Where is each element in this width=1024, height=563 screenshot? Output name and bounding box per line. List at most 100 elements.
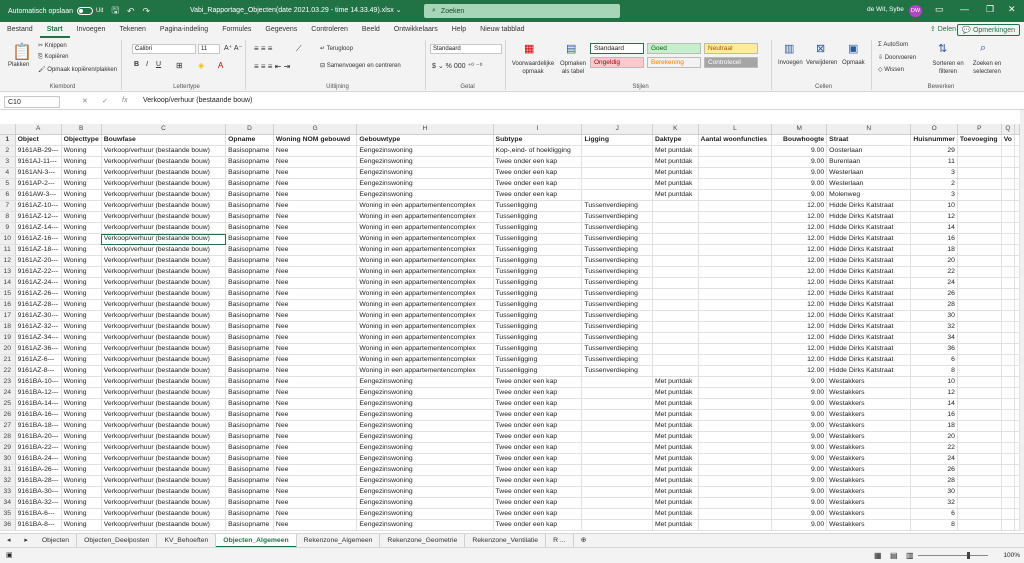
cell[interactable]: Tussenligging [493, 244, 583, 257]
cell[interactable] [957, 464, 1002, 477]
column-header[interactable]: A [15, 124, 62, 136]
column-header[interactable]: C [101, 124, 227, 136]
cell[interactable] [698, 354, 773, 367]
cell[interactable]: Nee [273, 299, 358, 312]
search-input[interactable]: ⌕ Zoeken [424, 4, 620, 18]
cell[interactable]: Eengezinswoning [356, 431, 494, 444]
sort-filter-icon[interactable]: ⇅ [938, 42, 947, 55]
cell[interactable]: Verkoop/verhuur (bestaande bouw) [101, 332, 227, 345]
cell[interactable] [957, 497, 1002, 510]
cell[interactable] [1001, 464, 1016, 477]
row-header[interactable]: 34 [0, 497, 16, 510]
cell[interactable]: Verkoop/verhuur (bestaande bouw) [101, 497, 227, 510]
cell[interactable] [1001, 332, 1016, 345]
cell[interactable]: Verkoop/verhuur (bestaande bouw) [101, 519, 227, 531]
cell[interactable]: Twee onder een kap [493, 420, 583, 433]
cell[interactable] [698, 376, 773, 389]
cell[interactable] [581, 189, 653, 202]
cell[interactable]: Hidde Dirks Katstraat [826, 299, 912, 312]
cell[interactable]: Basisopname [225, 354, 274, 367]
cell[interactable] [698, 244, 773, 257]
cell[interactable] [698, 486, 773, 499]
cell[interactable]: 12.00 [771, 354, 828, 367]
cell[interactable]: Nee [273, 277, 358, 290]
cell[interactable]: Nee [273, 255, 358, 268]
cell[interactable] [1014, 310, 1020, 323]
cell[interactable]: Woning [61, 167, 102, 180]
sheet-tab[interactable]: Rekenzone_Algemeen [297, 533, 381, 548]
cell[interactable]: 9161BA-26--- [15, 464, 62, 477]
cell[interactable]: 9161AZ-12--- [15, 211, 62, 224]
cell[interactable]: 6 [910, 508, 958, 521]
cell[interactable] [957, 200, 1002, 213]
cell[interactable] [652, 343, 699, 356]
cell[interactable] [1014, 321, 1020, 334]
row-header[interactable]: 4 [0, 167, 16, 180]
italic-icon[interactable]: I [146, 61, 148, 68]
cell[interactable]: Woning [61, 343, 102, 356]
cell[interactable]: Basisopname [225, 497, 274, 510]
cell[interactable]: Met puntdak [652, 497, 699, 510]
row-header[interactable]: 17 [0, 310, 16, 323]
cell[interactable]: Woning in een appartementencomplex [356, 332, 494, 345]
cell[interactable]: 9.00 [771, 497, 828, 510]
row-header[interactable]: 8 [0, 211, 16, 224]
cell[interactable] [1014, 486, 1020, 499]
cell[interactable]: Tussenligging [493, 343, 583, 356]
zoom-slider[interactable] [918, 555, 988, 556]
cell[interactable]: Daktype [652, 134, 699, 147]
cell[interactable]: Aantal woonfuncties [698, 134, 773, 147]
cell[interactable]: Woning [61, 365, 102, 378]
cell[interactable]: Kop-,eind- of hoekligging [493, 145, 583, 158]
cell[interactable]: 9.00 [771, 398, 828, 411]
cell[interactable]: Woning [61, 486, 102, 499]
orientation-icon[interactable]: ⟋ [296, 44, 302, 54]
cell[interactable]: Verkoop/verhuur (bestaande bouw) [101, 277, 227, 290]
cell[interactable] [698, 464, 773, 477]
cell[interactable]: Eengezinswoning [356, 145, 494, 158]
cell[interactable]: Hidde Dirks Katstraat [826, 343, 912, 356]
cell[interactable]: Nee [273, 486, 358, 499]
cell[interactable] [957, 255, 1002, 268]
cell[interactable]: Woning [61, 244, 102, 257]
cell[interactable]: 9.00 [771, 442, 828, 455]
cell[interactable]: Verkoop/verhuur (bestaande bouw) [101, 266, 227, 279]
cell[interactable] [1014, 244, 1020, 257]
cell[interactable]: Twee onder een kap [493, 497, 583, 510]
cell[interactable] [1014, 156, 1020, 169]
copy-button[interactable]: ⎘ Kopiëren [38, 54, 69, 61]
font-color-icon[interactable]: A [218, 61, 223, 70]
cell[interactable]: Straat [826, 134, 912, 147]
page-break-icon[interactable]: ▥ [906, 551, 914, 560]
sheet-tab[interactable]: Rekenzone_Ventilatie [465, 533, 547, 548]
cell[interactable] [652, 211, 699, 224]
cell[interactable]: Twee onder een kap [493, 387, 583, 400]
save-icon[interactable]: 🖫 [111, 3, 119, 19]
cell[interactable]: 9161AZ-8--- [15, 365, 62, 378]
cell-style-standaard[interactable]: Standaard [590, 43, 644, 54]
cell[interactable]: Burenlaan [826, 156, 912, 169]
cell[interactable]: Met puntdak [652, 431, 699, 444]
tab-nieuw-tabblad[interactable]: Nieuw tabblad [473, 22, 531, 38]
cell[interactable]: Toevoeging [957, 134, 1002, 147]
cell[interactable] [581, 475, 653, 488]
cell[interactable] [698, 508, 773, 521]
cell[interactable]: 9161BA-30--- [15, 486, 62, 499]
tab-tekenen[interactable]: Tekenen [112, 22, 152, 38]
cell[interactable] [698, 233, 773, 246]
undo-icon[interactable]: ↶ [127, 6, 135, 17]
row-header[interactable]: 12 [0, 255, 16, 268]
cell[interactable]: Verkoop/verhuur (bestaande bouw) [101, 486, 227, 499]
cell[interactable]: 12.00 [771, 277, 828, 290]
cell[interactable]: 16 [910, 409, 958, 422]
normal-view-icon[interactable]: ▦ [874, 551, 882, 560]
cell[interactable] [652, 233, 699, 246]
cell[interactable]: Woning in een appartementencomplex [356, 222, 494, 235]
cell[interactable]: 14 [910, 222, 958, 235]
cell[interactable]: Nee [273, 266, 358, 279]
cell[interactable]: Basisopname [225, 244, 274, 257]
cell[interactable]: 8 [910, 519, 958, 531]
cell[interactable] [698, 343, 773, 356]
cell[interactable] [957, 167, 1002, 180]
cell[interactable] [1001, 145, 1016, 158]
